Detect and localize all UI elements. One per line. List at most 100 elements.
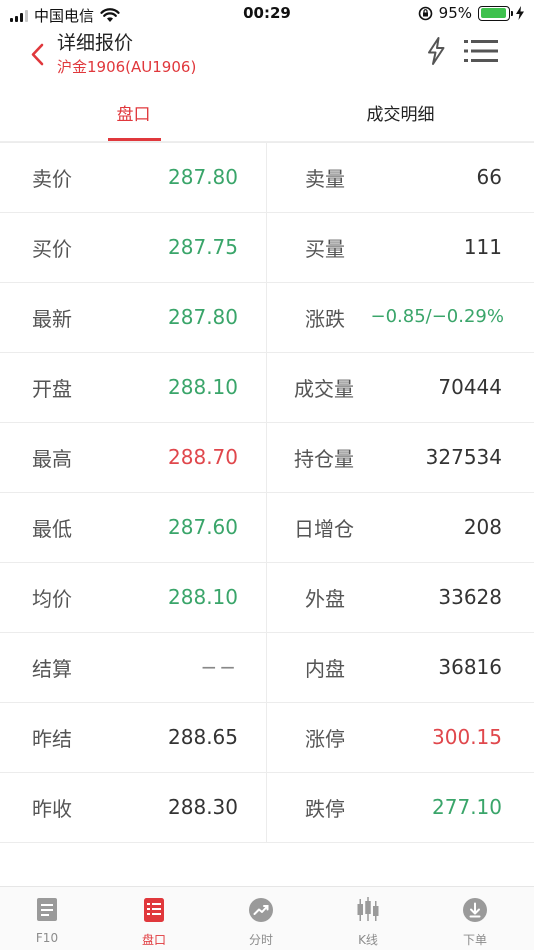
page-title: 详细报价 — [57, 32, 134, 54]
battery-icon — [478, 5, 513, 21]
quote-row: 均价 288.10 外盘 33628 — [0, 563, 534, 633]
quote-value: 300.15 — [432, 725, 502, 749]
quote-label: 涨停 — [305, 727, 345, 751]
contract-name: 沪金1906(AU1906) — [57, 58, 197, 76]
quote-value: −− — [200, 655, 238, 679]
quote-value: 287.80 — [168, 165, 238, 189]
quote-row: 昨收 288.30 跌停 277.10 — [0, 773, 534, 843]
nav-header: 详细报价 沪金1906(AU1906) — [0, 28, 534, 86]
quote-value: 277.10 — [432, 795, 502, 819]
quote-cell: 日增仓 208 — [267, 493, 534, 562]
quote-cell: 买量 111 — [267, 213, 534, 282]
battery-fill — [480, 8, 507, 18]
quote-cell: 结算 −− — [0, 633, 267, 702]
quote-cell: 均价 288.10 — [0, 563, 267, 632]
quote-value: 288.10 — [168, 375, 238, 399]
document-icon — [37, 898, 57, 921]
quote-value: 288.10 — [168, 585, 238, 609]
tab-label: 分时 — [248, 933, 273, 947]
quote-label: 成交量 — [294, 377, 354, 401]
quote-cell: 外盘 33628 — [267, 563, 534, 632]
quote-label: 日增仓 — [294, 517, 354, 541]
quote-label: 结算 — [32, 657, 72, 681]
quote-row: 最低 287.60 日增仓 208 — [0, 493, 534, 563]
quote-row: 卖价 287.80 卖量 66 — [0, 143, 534, 213]
quote-cell: 昨收 288.30 — [0, 773, 267, 842]
quote-value: 70444 — [438, 375, 502, 399]
tab-bar-top: 盘口 成交明细 — [0, 90, 534, 142]
tab-f10[interactable]: F10 — [7, 887, 87, 950]
quote-label: 均价 — [32, 587, 72, 611]
quote-row: 结算 −− 内盘 36816 — [0, 633, 534, 703]
quote-cell: 跌停 277.10 — [267, 773, 534, 842]
quote-label: 开盘 — [32, 377, 72, 401]
quote-value: 288.65 — [168, 725, 238, 749]
quote-value: 208 — [463, 515, 502, 539]
quote-cell: 昨结 288.65 — [0, 703, 267, 772]
quote-grid: 卖价 287.80 卖量 66 买价 287.75 买量 111 最新 287.… — [0, 142, 534, 843]
quote-cell: 卖价 287.80 — [0, 143, 267, 212]
chevron-left-icon — [31, 43, 44, 66]
tab-place-order[interactable]: 下单 — [435, 887, 515, 950]
quote-label: 涨跌 — [305, 307, 345, 331]
back-button[interactable] — [24, 40, 54, 70]
tab-intraday[interactable]: 分时 — [221, 887, 301, 950]
quote-row: 开盘 288.10 成交量 70444 — [0, 353, 534, 423]
quote-value: −0.85/−0.29% — [370, 306, 505, 327]
quote-label: 买价 — [32, 237, 72, 261]
status-bar: 中国电信 00:29 95% — [0, 0, 534, 28]
tab-trade-details[interactable]: 成交明细 — [267, 90, 534, 142]
quote-label: 卖量 — [305, 167, 345, 191]
quote-label: 最新 — [32, 307, 72, 331]
quote-row: 买价 287.75 买量 111 — [0, 213, 534, 283]
bottom-tab-bar: F10 盘口 分时 K线 下单 — [0, 886, 534, 950]
tab-label: 下单 — [462, 933, 487, 947]
quote-cell: 开盘 288.10 — [0, 353, 267, 422]
tab-label: K线 — [358, 933, 378, 947]
quote-label: 卖价 — [32, 167, 72, 191]
tab-kline[interactable]: K线 — [328, 887, 408, 950]
quote-value: 287.75 — [168, 235, 238, 259]
tab-label: 盘口 — [141, 933, 166, 947]
quote-value: 36816 — [438, 655, 502, 679]
quote-value: 288.70 — [168, 445, 238, 469]
quote-label: 跌停 — [305, 797, 345, 821]
status-bar-right: 95% — [418, 4, 524, 22]
charging-bolt-icon — [516, 6, 524, 20]
quote-value: 327534 — [425, 445, 502, 469]
quote-value: 66 — [476, 165, 502, 189]
tab-label: F10 — [35, 931, 59, 945]
quote-label: 内盘 — [305, 657, 345, 681]
quote-label: 持仓量 — [294, 447, 354, 471]
download-icon — [463, 898, 487, 922]
quote-label: 最低 — [32, 517, 72, 541]
tab-order-book[interactable]: 盘口 — [0, 90, 267, 142]
quote-cell: 成交量 70444 — [267, 353, 534, 422]
quote-value: 287.80 — [168, 305, 238, 329]
quote-cell: 卖量 66 — [267, 143, 534, 212]
quote-cell: 最新 287.80 — [0, 283, 267, 352]
order-book-icon — [144, 898, 164, 922]
lightning-icon — [428, 37, 445, 65]
quote-label: 外盘 — [305, 587, 345, 611]
quote-cell: 涨停 300.15 — [267, 703, 534, 772]
tab-order-book-bottom[interactable]: 盘口 — [114, 887, 194, 950]
menu-button[interactable] — [464, 38, 498, 64]
quote-cell: 最高 288.70 — [0, 423, 267, 492]
active-tab-indicator — [108, 138, 161, 141]
quote-value: 287.60 — [168, 515, 238, 539]
battery-percent: 95% — [438, 4, 472, 22]
quote-label: 昨结 — [32, 727, 72, 751]
quote-label: 昨收 — [32, 797, 72, 821]
quote-row: 昨结 288.65 涨停 300.15 — [0, 703, 534, 773]
flash-order-button[interactable] — [424, 36, 448, 66]
quote-cell: 持仓量 327534 — [267, 423, 534, 492]
quote-label: 买量 — [305, 237, 345, 261]
candlestick-icon — [357, 897, 379, 921]
quote-cell: 涨跌 −0.85/−0.29% — [267, 283, 534, 352]
quote-cell: 最低 287.60 — [0, 493, 267, 562]
quote-cell: 内盘 36816 — [267, 633, 534, 702]
list-menu-icon — [464, 40, 498, 62]
quote-row: 最新 287.80 涨跌 −0.85/−0.29% — [0, 283, 534, 353]
quote-cell: 买价 287.75 — [0, 213, 267, 282]
